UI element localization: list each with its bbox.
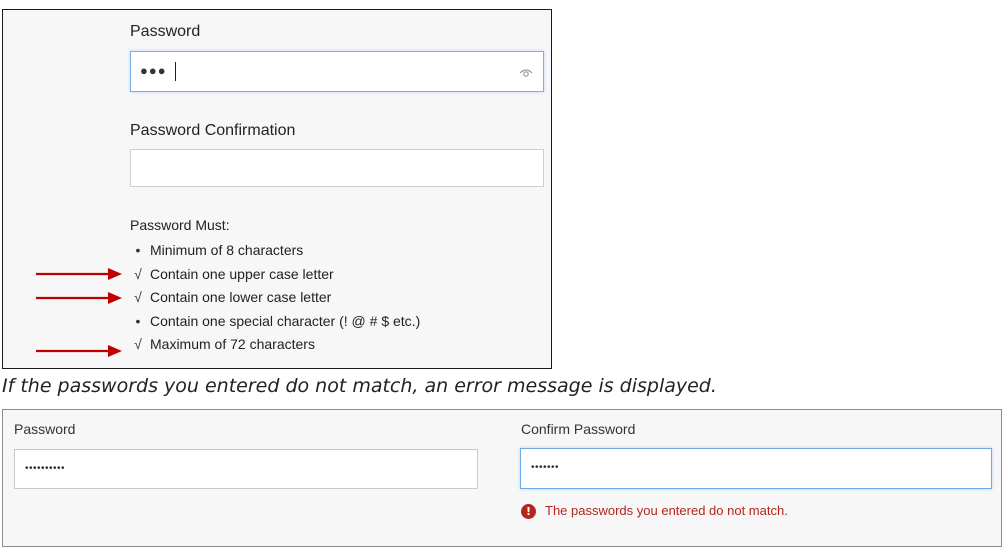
rule-text: Maximum of 72 characters <box>150 336 315 352</box>
password-rule-item: • Contain one special character (! @ # $ … <box>130 310 421 334</box>
confirm-password-input[interactable]: ••••••• <box>520 448 992 489</box>
rule-text: Contain one lower case letter <box>150 289 332 305</box>
checkmark-icon: √ <box>134 336 142 352</box>
password-rule-item: √ Maximum of 72 characters <box>130 333 420 357</box>
checkmark-icon: √ <box>134 289 142 305</box>
mismatch-caption: If the passwords you entered do not matc… <box>2 375 717 397</box>
arrow-right-icon <box>36 292 122 304</box>
password-confirmation-label: Password Confirmation <box>130 122 296 139</box>
error-icon: ! <box>521 503 536 519</box>
arrow-right-icon <box>36 345 122 357</box>
rule-text: Contain one special character (! @ # $ e… <box>150 312 421 329</box>
confirm-password-masked-value: ••••••• <box>531 462 560 473</box>
text-caret <box>175 62 176 81</box>
password-mismatch-panel: Password •••••••••• Confirm Password •••… <box>2 409 1002 547</box>
password-rules-title: Password Must: <box>130 217 230 233</box>
rule-text: Minimum of 8 characters <box>150 242 304 258</box>
password-setup-panel: Password ●●● Password Confirmation Passw… <box>2 9 552 369</box>
checkmark-icon: √ <box>134 265 142 282</box>
password-mismatch-error: ! The passwords you entered do not match… <box>521 503 788 519</box>
password-rule-item: √ Contain one upper case letter <box>130 263 420 287</box>
password-input[interactable]: ●●● <box>130 51 544 92</box>
password-rule-item: √ Contain one lower case letter <box>130 286 420 310</box>
error-message: The passwords you entered do not match. <box>545 503 788 518</box>
password-masked-value: •••••••••• <box>25 463 66 474</box>
rule-text: Contain one upper case letter <box>150 265 334 282</box>
arrow-right-icon <box>36 268 122 280</box>
password-input[interactable]: •••••••••• <box>14 449 478 489</box>
password-confirmation-input[interactable] <box>130 149 544 187</box>
password-rules-list: • Minimum of 8 characters √ Contain one up… <box>130 239 420 357</box>
rule-bullet-icon: • <box>135 312 141 329</box>
password-label: Password <box>130 23 201 40</box>
password-masked-value: ●●● <box>140 63 167 78</box>
rule-bullet-icon: • <box>135 242 141 258</box>
password-label: Password <box>14 421 76 437</box>
confirm-password-label: Confirm Password <box>521 421 636 437</box>
password-rule-item: • Minimum of 8 characters <box>130 239 420 263</box>
eye-icon[interactable] <box>518 64 534 80</box>
